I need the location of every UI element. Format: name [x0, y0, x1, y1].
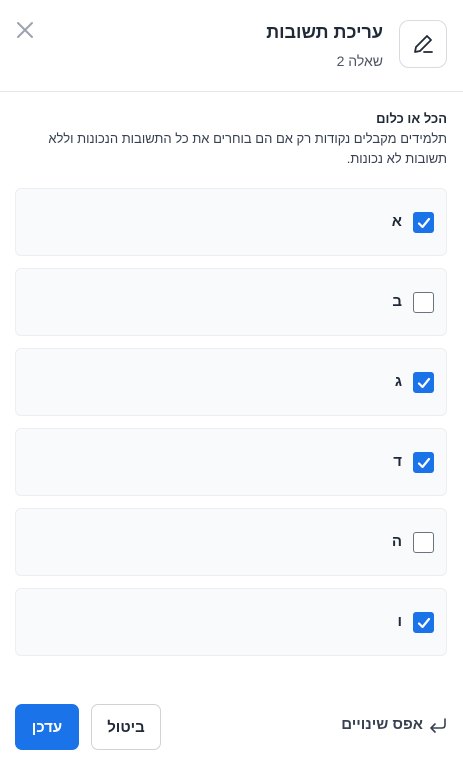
answer-label: ב	[392, 293, 402, 310]
close-icon[interactable]	[14, 19, 36, 41]
dialog-header: עריכת תשובות שאלה 2	[0, 0, 463, 92]
checkmark-icon	[417, 377, 430, 388]
answer-label: ו	[397, 613, 402, 630]
scoring-mode-description: תלמידים מקבלים נקודות רק אם הם בוחרים את…	[48, 131, 447, 166]
answer-label: א	[391, 213, 402, 230]
answer-option[interactable]: ו	[15, 588, 447, 656]
checkmark-icon	[417, 617, 430, 628]
answer-checkbox[interactable]	[413, 372, 434, 393]
edit-icon-box	[399, 20, 447, 68]
reset-arrow-icon	[430, 717, 446, 733]
answer-option[interactable]: ד	[15, 428, 447, 496]
update-button[interactable]: עדכן	[15, 704, 79, 750]
scoring-mode-title: הכל או כלום	[376, 111, 447, 126]
answer-option[interactable]: ג	[15, 348, 447, 416]
cancel-button[interactable]: ביטול	[91, 704, 161, 750]
answer-checkbox[interactable]	[413, 212, 434, 233]
answer-option[interactable]: ב	[15, 268, 447, 336]
question-number: שאלה 2	[336, 53, 383, 69]
answer-option[interactable]: ה	[15, 508, 447, 576]
reset-changes-label: אפס שינויים	[341, 716, 423, 733]
checkmark-icon	[417, 217, 430, 228]
answer-checkbox[interactable]	[413, 612, 434, 633]
answer-checkbox[interactable]	[413, 452, 434, 473]
pencil-icon	[414, 35, 433, 53]
answer-label: ד	[393, 453, 402, 470]
answer-label: ג	[394, 373, 402, 390]
answer-option[interactable]: א	[15, 188, 447, 256]
answer-label: ה	[391, 533, 402, 550]
answer-checkbox[interactable]	[413, 532, 434, 553]
close-button[interactable]	[14, 19, 36, 41]
answer-checkbox[interactable]	[413, 292, 434, 313]
checkmark-icon	[417, 457, 430, 468]
page-title: עריכת תשובות	[266, 22, 383, 42]
reset-changes-link[interactable]: אפס שינויים	[341, 716, 447, 733]
